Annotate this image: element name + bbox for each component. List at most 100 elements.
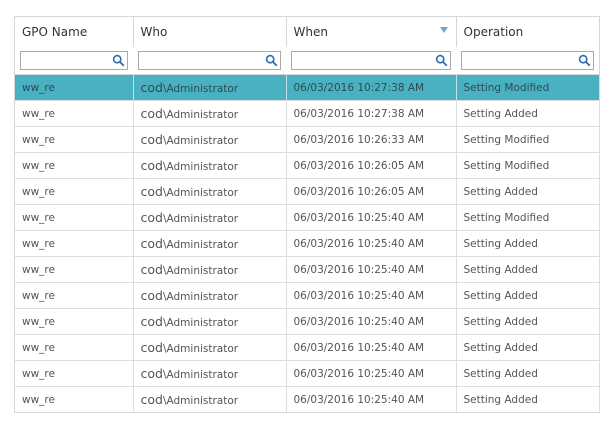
filter-cell: [133, 47, 286, 75]
when-cell-text: 06/03/2016 10:26:05 AM: [293, 159, 425, 172]
who-cell-text: cod: [140, 288, 163, 303]
when-cell[interactable]: 06/03/2016 10:25:40 AM: [286, 334, 457, 361]
table-row[interactable]: ww_re cod\Administrator 06/03/2016 10:25:4…: [15, 256, 600, 283]
operation-cell[interactable]: Setting Added: [456, 360, 600, 387]
who-cell-text: \Administrator: [162, 135, 239, 147]
when-cell[interactable]: 06/03/2016 10:25:40 AM: [286, 308, 457, 335]
gpo-name-cell[interactable]: ww_re: [15, 230, 134, 257]
column-header-operation[interactable]: Operation: [456, 17, 599, 47]
who-cell[interactable]: cod\Administrator: [133, 256, 287, 283]
who-cell[interactable]: cod\Administrator: [133, 204, 287, 231]
who-cell-text: cod: [140, 80, 163, 95]
table-row[interactable]: ww_re cod\Administrator 06/03/2016 10:26:0…: [15, 152, 600, 179]
search-icon[interactable]: [265, 54, 278, 67]
gpo-name-cell[interactable]: ww_re: [15, 334, 134, 361]
operation-cell[interactable]: Setting Modified: [456, 204, 600, 231]
when-cell-text: 06/03/2016 10:27:38 AM: [293, 81, 425, 94]
gpo-name-cell-text: ww_re: [22, 289, 55, 302]
table-row[interactable]: ww_re cod\Administrator 06/03/2016 10:25:4…: [15, 204, 600, 231]
table-row[interactable]: ww_re cod\Administrator 06/03/2016 10:25:4…: [15, 360, 600, 387]
who-cell[interactable]: cod\Administrator: [133, 74, 287, 101]
search-icon[interactable]: [112, 54, 125, 67]
who-cell[interactable]: cod\Administrator: [133, 334, 287, 361]
operation-cell[interactable]: Setting Added: [456, 256, 600, 283]
operation-cell-text: Setting Added: [463, 367, 538, 380]
operation-cell[interactable]: Setting Added: [456, 100, 600, 127]
operation-cell[interactable]: Setting Added: [456, 230, 600, 257]
who-cell-text: \Administrator: [162, 343, 239, 355]
who-cell-text: \Administrator: [162, 265, 239, 277]
operation-cell[interactable]: Setting Modified: [456, 74, 600, 101]
operation-cell[interactable]: Setting Added: [456, 282, 600, 309]
operation-cell-text: Setting Modified: [463, 81, 550, 94]
when-filter-input[interactable]: [292, 55, 450, 72]
gpo-name-cell[interactable]: ww_re: [15, 152, 134, 179]
sort-descending-icon[interactable]: [439, 27, 448, 33]
operation-filter-input[interactable]: [462, 55, 593, 72]
when-cell[interactable]: 06/03/2016 10:25:40 AM: [286, 256, 457, 283]
gpo-name-cell-text: ww_re: [22, 159, 55, 172]
when-cell[interactable]: 06/03/2016 10:25:40 AM: [286, 282, 457, 309]
when-cell[interactable]: 06/03/2016 10:27:38 AM: [286, 100, 457, 127]
filter-box: [291, 51, 451, 72]
table-row[interactable]: ww_re cod\Administrator 06/03/2016 10:26:0…: [15, 178, 600, 205]
filter-row: [15, 47, 599, 75]
column-header-who[interactable]: Who: [133, 17, 287, 47]
who-cell-text: \Administrator: [162, 317, 239, 329]
operation-cell[interactable]: Setting Modified: [456, 152, 600, 179]
who-cell[interactable]: cod\Administrator: [133, 178, 287, 205]
table-row[interactable]: ww_re cod\Administrator 06/03/2016 10:25:4…: [15, 334, 600, 361]
operation-cell[interactable]: Setting Added: [456, 308, 600, 335]
operation-cell[interactable]: Setting Added: [456, 386, 600, 412]
table-row[interactable]: ww_re cod\Administrator 06/03/2016 10:25:4…: [15, 386, 600, 412]
when-cell[interactable]: 06/03/2016 10:25:40 AM: [286, 204, 457, 231]
who-cell[interactable]: cod\Administrator: [133, 100, 287, 127]
who-filter-input[interactable]: [139, 55, 280, 72]
gpo-name-cell[interactable]: ww_re: [15, 126, 134, 153]
column-header-gpo-name[interactable]: GPO Name: [15, 17, 134, 47]
operation-cell[interactable]: Setting Added: [456, 334, 600, 361]
table-row[interactable]: ww_re cod\Administrator 06/03/2016 10:25:4…: [15, 230, 600, 257]
table-row[interactable]: ww_re cod\Administrator 06/03/2016 10:27:3…: [15, 74, 600, 101]
gpo-name-cell[interactable]: ww_re: [15, 308, 134, 335]
gpo-name-cell[interactable]: ww_re: [15, 282, 134, 309]
table-row[interactable]: ww_re cod\Administrator 06/03/2016 10:26:3…: [15, 126, 600, 153]
search-icon[interactable]: [578, 54, 591, 67]
table-row[interactable]: ww_re cod\Administrator 06/03/2016 10:25:4…: [15, 308, 600, 335]
gpo-name-cell-text: ww_re: [22, 81, 55, 94]
changes-grid: GPO Name Who When Operation ww_re cod\Adm…: [14, 16, 600, 413]
who-cell-text: cod: [140, 158, 163, 173]
table-row[interactable]: ww_re cod\Administrator 06/03/2016 10:25:4…: [15, 282, 600, 309]
gpo-name-cell[interactable]: ww_re: [15, 178, 134, 205]
when-cell-text: 06/03/2016 10:25:40 AM: [293, 289, 425, 302]
gpo-name-cell[interactable]: ww_re: [15, 100, 134, 127]
gpo-name-cell[interactable]: ww_re: [15, 74, 134, 101]
grid-body: ww_re cod\Administrator 06/03/2016 10:27:3…: [15, 74, 600, 412]
column-header-when[interactable]: When: [286, 17, 457, 47]
who-cell[interactable]: cod\Administrator: [133, 386, 287, 412]
who-cell[interactable]: cod\Administrator: [133, 230, 287, 257]
when-cell[interactable]: 06/03/2016 10:27:38 AM: [286, 74, 457, 101]
gpo-name-cell[interactable]: ww_re: [15, 386, 134, 412]
who-cell-text: \Administrator: [162, 187, 239, 199]
gpo-name-cell[interactable]: ww_re: [15, 256, 134, 283]
who-cell[interactable]: cod\Administrator: [133, 152, 287, 179]
when-cell[interactable]: 06/03/2016 10:25:40 AM: [286, 230, 457, 257]
table-row[interactable]: ww_re cod\Administrator 06/03/2016 10:27:3…: [15, 100, 600, 127]
when-cell[interactable]: 06/03/2016 10:25:40 AM: [286, 386, 457, 412]
gpo-name-cell[interactable]: ww_re: [15, 204, 134, 231]
who-cell[interactable]: cod\Administrator: [133, 126, 287, 153]
who-cell[interactable]: cod\Administrator: [133, 282, 287, 309]
column-header-label: When: [293, 25, 328, 39]
when-cell[interactable]: 06/03/2016 10:26:05 AM: [286, 178, 457, 205]
operation-cell[interactable]: Setting Added: [456, 178, 600, 205]
when-cell[interactable]: 06/03/2016 10:26:05 AM: [286, 152, 457, 179]
operation-cell[interactable]: Setting Modified: [456, 126, 600, 153]
when-cell[interactable]: 06/03/2016 10:25:40 AM: [286, 360, 457, 387]
gpo-name-cell[interactable]: ww_re: [15, 360, 134, 387]
changes-table: GPO Name Who When Operation ww_re cod\Adm…: [15, 17, 600, 412]
who-cell[interactable]: cod\Administrator: [133, 308, 287, 335]
who-cell[interactable]: cod\Administrator: [133, 360, 287, 387]
search-icon[interactable]: [435, 54, 448, 67]
when-cell[interactable]: 06/03/2016 10:26:33 AM: [286, 126, 457, 153]
